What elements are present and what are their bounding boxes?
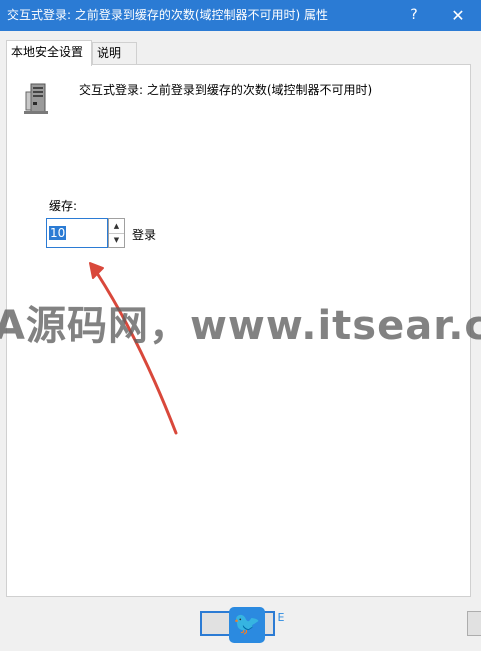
spin-down-button[interactable]: ▼ — [109, 233, 124, 247]
window-title: 交互式登录: 之前登录到缓存的次数(域控制器不可用时) 属性 — [7, 8, 329, 22]
apply-button[interactable] — [467, 611, 481, 636]
properties-dialog: 交互式登录: 之前登录到缓存的次数(域控制器不可用时) 属性 ? ✕ 本地安全设… — [0, 0, 481, 651]
cache-count-value: 10 — [49, 226, 67, 240]
server-policy-icon — [22, 82, 54, 116]
share-tag-icon: E — [268, 612, 294, 642]
help-button[interactable]: ? — [394, 0, 434, 31]
unit-label: 登录 — [132, 228, 157, 242]
tab-explain[interactable]: 说明 — [92, 42, 137, 64]
title-bar: 交互式登录: 之前登录到缓存的次数(域控制器不可用时) 属性 ? ✕ — [0, 0, 481, 31]
close-button[interactable]: ✕ — [438, 0, 478, 31]
tab-local-security-setting[interactable]: 本地安全设置 — [6, 40, 92, 66]
policy-title: 交互式登录: 之前登录到缓存的次数(域控制器不可用时) — [79, 83, 373, 97]
share-tag-text: E — [277, 611, 285, 624]
spin-buttons: ▲ ▼ — [108, 218, 125, 248]
cache-count-input[interactable]: 10 — [46, 218, 108, 248]
spin-up-button[interactable]: ▲ — [109, 219, 124, 234]
settings-panel: 交互式登录: 之前登录到缓存的次数(域控制器不可用时) 缓存: 10 ▲ ▼ 登… — [6, 64, 471, 597]
twitter-bird-icon: 🐦 — [229, 607, 265, 643]
cache-count-stepper[interactable]: 10 ▲ ▼ — [46, 218, 125, 248]
cache-label: 缓存: — [49, 199, 78, 213]
